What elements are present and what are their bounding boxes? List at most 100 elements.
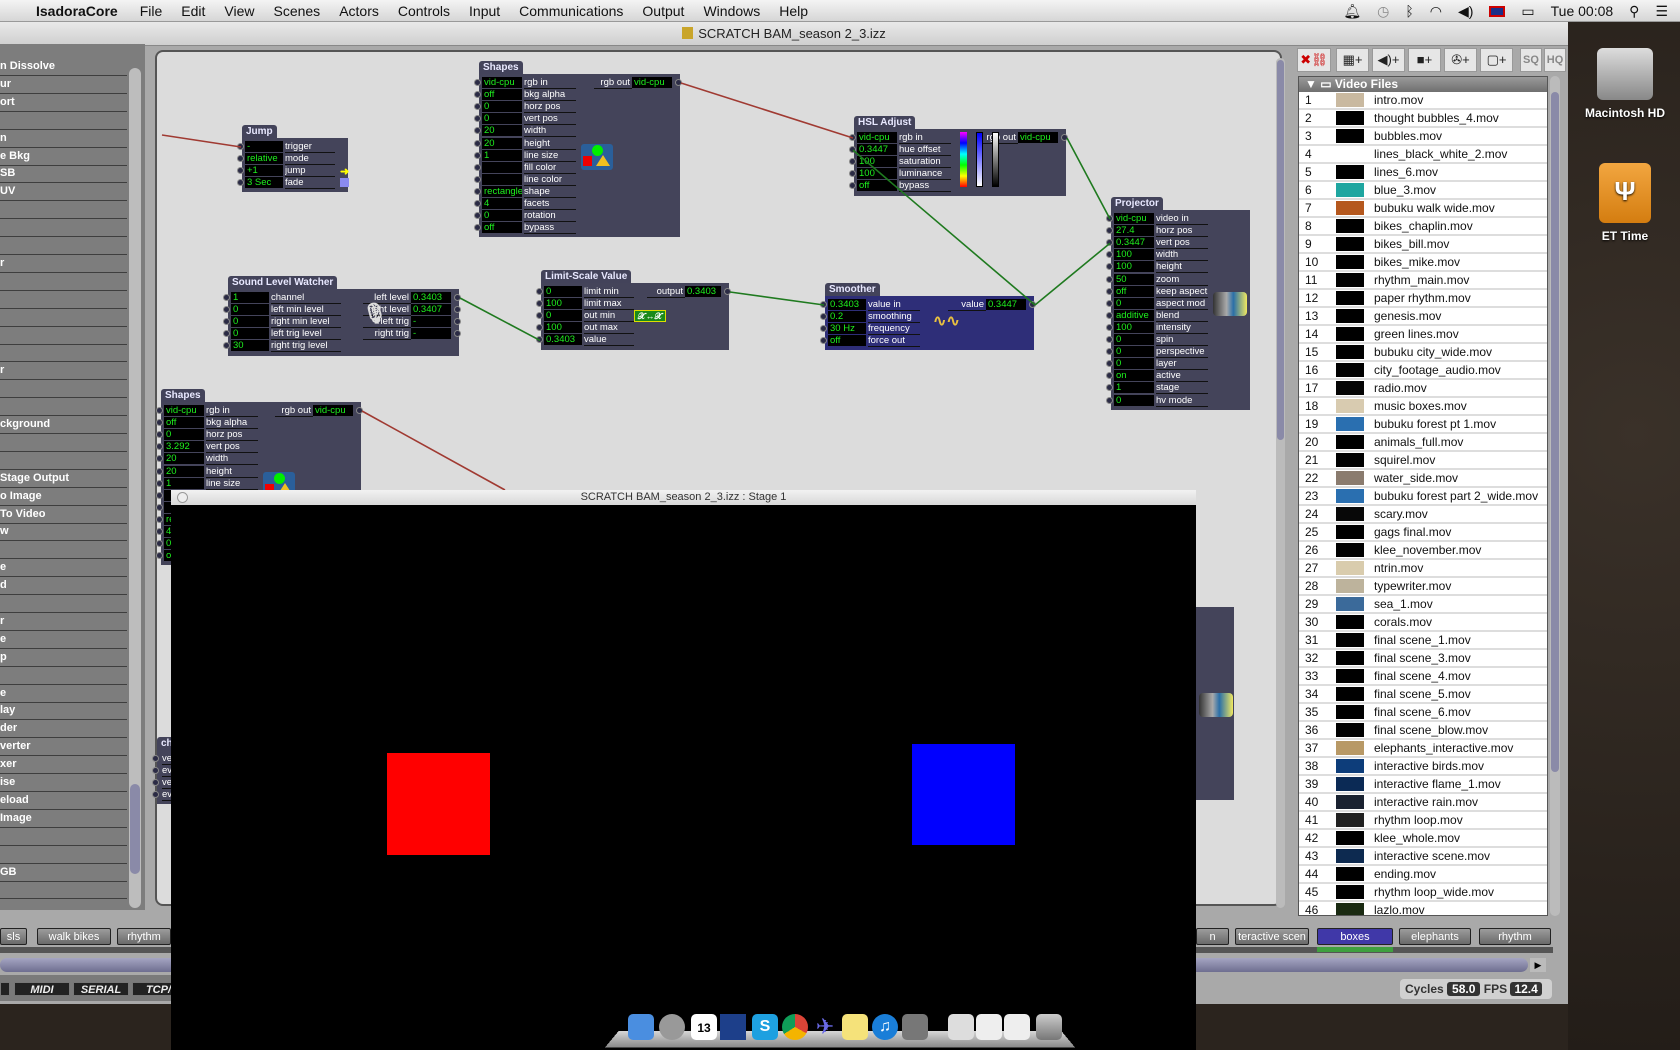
input-value[interactable]: 100 — [1114, 249, 1154, 261]
input-port[interactable] — [156, 528, 163, 535]
actor-list-item[interactable] — [0, 344, 127, 363]
input-value[interactable]: off — [828, 335, 866, 347]
scene-scroll-right-icon[interactable]: ▶ — [1530, 958, 1546, 972]
input-value[interactable]: vid-cpu — [482, 77, 522, 88]
input-port[interactable] — [1106, 275, 1113, 283]
actor-list-item[interactable] — [0, 201, 127, 220]
isadora-icon[interactable] — [720, 1014, 746, 1040]
desktop-icon-macintosh-hd[interactable]: Macintosh HD — [1585, 48, 1665, 120]
input-port[interactable] — [1106, 323, 1113, 331]
output-port[interactable] — [1029, 301, 1036, 308]
video-file-row[interactable]: 25 gags final.mov — [1299, 524, 1547, 542]
input-port[interactable] — [156, 479, 163, 487]
input-value[interactable]: 20 — [482, 125, 522, 137]
menu-file[interactable]: File — [140, 3, 163, 19]
input-port[interactable] — [820, 325, 827, 333]
input-port[interactable] — [156, 455, 163, 463]
video-file-row[interactable]: 28 typewriter.mov — [1299, 578, 1547, 596]
input-value[interactable]: off — [164, 417, 204, 429]
menu-input[interactable]: Input — [469, 3, 500, 19]
input-port[interactable] — [1106, 227, 1113, 235]
input-port[interactable] — [156, 491, 163, 499]
input-value[interactable]: vid-cpu — [1114, 213, 1154, 224]
input-value[interactable]: 0 — [231, 328, 269, 340]
input-port[interactable] — [536, 336, 543, 344]
input-port[interactable] — [536, 324, 543, 332]
input-value[interactable]: 30 Hz — [828, 323, 866, 335]
input-port[interactable] — [474, 163, 481, 171]
video-file-row[interactable]: 21 squirel.mov — [1299, 452, 1547, 470]
input-port[interactable] — [156, 540, 163, 548]
actor-list-item[interactable]: e — [0, 631, 127, 649]
input-port[interactable] — [156, 515, 163, 523]
volume-icon[interactable]: ◀) — [1458, 3, 1473, 20]
video-file-row[interactable]: 29 sea_1.mov — [1299, 596, 1547, 614]
actor-list-item[interactable]: Image — [0, 810, 127, 828]
input-port[interactable] — [1106, 384, 1113, 392]
video-file-row[interactable]: 3 bubbles.mov — [1299, 128, 1547, 146]
input-value[interactable]: 0 — [544, 286, 582, 297]
input-value[interactable] — [482, 161, 522, 173]
input-port[interactable] — [849, 146, 856, 154]
system-preferences-icon[interactable] — [902, 1014, 928, 1040]
actor-list-item[interactable]: xer — [0, 756, 127, 775]
actor-list-item[interactable] — [0, 452, 127, 470]
actor-list-item[interactable]: w — [0, 523, 127, 542]
actor-title[interactable]: HSL Adjust — [854, 116, 916, 129]
input-value[interactable]: on — [1114, 370, 1154, 382]
launchpad-icon[interactable] — [659, 1014, 685, 1040]
video-file-row[interactable]: 5 lines_6.mov — [1299, 164, 1547, 182]
input-port[interactable] — [152, 755, 159, 762]
actor-list-item[interactable]: der — [0, 720, 127, 739]
actor-list-item[interactable] — [0, 237, 127, 255]
input-port[interactable] — [1106, 360, 1113, 368]
input-port[interactable] — [156, 552, 163, 560]
menu-app-name[interactable]: IsadoraCore — [36, 3, 118, 19]
input-value[interactable]: 0 — [1114, 394, 1154, 406]
input-value[interactable]: 4 — [482, 198, 522, 209]
sq-button[interactable]: SQ — [1520, 48, 1542, 72]
video-files-header[interactable]: ▼ ▭ Video Files — [1299, 77, 1547, 92]
input-value[interactable]: vid-cpu — [857, 132, 897, 143]
actor-list-item[interactable] — [0, 595, 127, 613]
actor-list-item[interactable]: GB — [0, 864, 127, 882]
input-port[interactable] — [474, 212, 481, 220]
actor-list-item[interactable] — [0, 398, 127, 417]
input-port[interactable] — [156, 467, 163, 475]
notification-icon[interactable]: 🔔︎ — [1343, 3, 1361, 20]
actor-list-item[interactable]: ckground — [0, 416, 127, 434]
menu-edit[interactable]: Edit — [181, 3, 205, 19]
input-port[interactable] — [474, 175, 481, 183]
input-value[interactable]: additive — [1114, 309, 1154, 321]
video-file-row[interactable]: 20 animals_full.mov — [1299, 434, 1547, 452]
video-file-row[interactable]: 41 rhythm loop.mov — [1299, 812, 1547, 830]
input-value[interactable]: 0 — [231, 304, 269, 316]
chrome-icon[interactable] — [782, 1014, 808, 1040]
output-port[interactable] — [356, 407, 363, 414]
input-value[interactable]: 100 — [1114, 261, 1154, 273]
stage-close-button[interactable] — [177, 492, 188, 503]
actor-list-item[interactable]: r — [0, 613, 127, 631]
input-value[interactable]: 0 — [231, 316, 269, 328]
skype-icon[interactable]: S — [752, 1014, 778, 1040]
uk-flag-icon[interactable] — [1489, 5, 1506, 17]
video-file-row[interactable]: 24 scary.mov — [1299, 506, 1547, 524]
input-value[interactable]: 100 — [857, 168, 897, 180]
menu-windows[interactable]: Windows — [703, 3, 760, 19]
input-port[interactable] — [474, 103, 481, 111]
input-port[interactable] — [849, 158, 856, 166]
actor-list-item[interactable]: UV — [0, 183, 127, 202]
input-value[interactable]: 100 — [544, 322, 582, 334]
input-value[interactable]: 100 — [1114, 321, 1154, 333]
actor-list-item[interactable]: SB — [0, 165, 127, 184]
input-value[interactable]: 0 — [1114, 297, 1154, 309]
video-file-row[interactable]: 26 klee_november.mov — [1299, 542, 1547, 560]
documents-stack-icon[interactable] — [948, 1014, 974, 1040]
actor-list-item[interactable] — [0, 309, 127, 327]
input-port[interactable] — [237, 155, 244, 163]
input-value[interactable]: 20 — [482, 137, 522, 149]
input-port[interactable] — [1106, 336, 1113, 343]
input-port[interactable] — [820, 301, 827, 308]
input-port[interactable] — [1106, 251, 1113, 259]
actor-list-item[interactable] — [0, 667, 127, 685]
